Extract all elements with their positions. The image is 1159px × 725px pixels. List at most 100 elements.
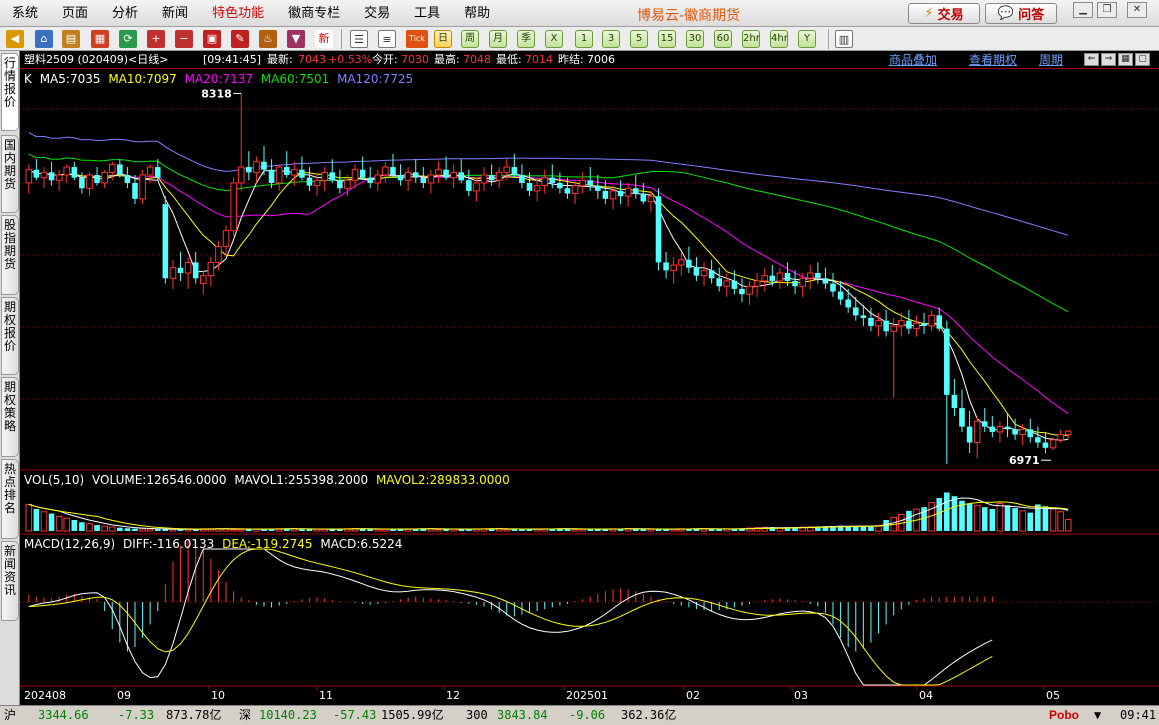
candle-body [374,174,382,184]
left-tab[interactable]: 新闻资讯 [1,541,19,621]
home-icon[interactable]: ⌂ [35,30,53,48]
period-button[interactable]: 月 [489,30,507,48]
new-icon[interactable]: 新 [315,30,333,48]
x-tick-label: 02 [686,689,700,702]
arrow-right-icon[interactable]: ⇒ [1101,53,1116,66]
period-button[interactable]: 5 [630,30,648,48]
period-button[interactable]: 4hr [770,30,788,48]
candle-body [587,180,594,186]
candle-body [981,421,988,427]
high-annotation: 8318 [201,87,232,100]
windows-icon[interactable]: ▣ [203,30,221,48]
menu-item[interactable]: 帮助 [452,0,502,27]
candle-body [200,275,207,285]
sz-change: -57.43 [333,708,377,722]
trade-button[interactable]: ⚡ 交易 [908,3,980,24]
candle-body [108,163,116,173]
candle-body [132,182,138,199]
overlay-link[interactable]: 商品叠加 [889,51,937,69]
arrow-left-icon[interactable]: ⇐ [1084,53,1099,66]
candle-body [1042,442,1049,448]
menu-item[interactable]: 新闻 [150,0,200,27]
left-tab[interactable]: 国内期货 [1,135,19,213]
tick-button[interactable]: Tick [406,30,428,48]
back-icon[interactable]: ◀ [6,30,24,48]
candle-body [329,172,336,181]
minimize-icon[interactable]: ▁ [1073,2,1093,18]
pencil-icon[interactable]: ✎ [231,30,249,48]
stack-icon[interactable]: ▤ [62,30,80,48]
candle-body [609,190,617,200]
menu-item[interactable]: 系统 [0,0,50,27]
bell-icon[interactable]: ♨ [259,30,277,48]
window-icon[interactable]: ▢ [1135,53,1150,66]
volume-bar [117,527,123,531]
candle-body [890,325,897,332]
menu-item[interactable]: 工具 [402,0,452,27]
candle-body [117,164,123,175]
period-button[interactable]: 2hr [742,30,760,48]
mavol2-value: MAVOL2:289833.0000 [375,473,510,487]
left-tab[interactable]: 热点排名 [1,459,19,539]
candle-body [716,278,722,287]
period-button[interactable]: 15 [658,30,676,48]
menu-item[interactable]: 页面 [50,0,100,27]
sh-change: -7.33 [118,708,155,722]
period-button[interactable]: 30 [686,30,704,48]
candle-body [769,275,776,281]
candle-body [959,408,965,427]
left-tab[interactable]: 期权策略 [1,377,19,457]
refresh-icon[interactable]: ⟳ [119,30,137,48]
list-icon[interactable]: ≡ [378,30,396,48]
volume-bar [951,496,958,531]
maximize-icon[interactable]: ❐ [1097,2,1117,18]
zoom-in-icon[interactable]: + [147,30,165,48]
period-button[interactable]: Y [798,30,816,48]
period-button[interactable]: 日 [434,30,452,48]
ask-button[interactable]: 💬 问答 [985,3,1057,24]
period-button[interactable]: X [545,30,563,48]
period-button[interactable]: 60 [714,30,732,48]
period-button[interactable]: 1 [575,30,593,48]
ma10-line [28,169,1069,436]
volume-bar [1064,518,1072,532]
high-label: 最高: [434,53,460,66]
candle-body [557,182,563,189]
period-link[interactable]: 周期 [1039,51,1063,69]
volume-bar [154,529,161,531]
options-link[interactable]: 查看期权 [969,51,1017,69]
toolbar: ◀ ⌂ ▤ ▦ ⟳ + − ▣ ✎ ♨ ▼ 新 ☰ ≡ Tick 日周月季X13… [0,27,1159,51]
sz-amount: 1505.99亿 [381,708,444,722]
volume-bar [40,511,48,532]
period-button[interactable]: 3 [602,30,620,48]
left-tab[interactable]: 期权报价 [1,297,19,375]
left-tab[interactable]: 行情报价 [1,53,19,131]
candle-body [806,272,814,279]
filter-icon[interactable]: ▼ [287,30,305,48]
candle-body [184,261,192,274]
prev-settle-label: 昨结: [558,53,584,66]
candle-body [898,320,905,327]
period-button[interactable]: 周 [461,30,479,48]
menu-item[interactable]: 交易 [352,0,402,27]
table-icon[interactable]: ☰ [350,30,368,48]
menu-item[interactable]: 分析 [100,0,150,27]
period-button[interactable]: 季 [517,30,535,48]
menu-item[interactable]: 徽商专栏 [276,0,352,27]
candle-body [875,320,882,327]
ma20-line [28,169,1069,415]
kline-chart[interactable]: 8318 6971 202408 09 10 11 12 202501 02 03 04 05 [20,69,1159,705]
left-tab[interactable]: 股指期货 [1,215,19,295]
layout-icon[interactable]: ▦ [1118,53,1133,66]
toolbar-separator [828,29,829,49]
quote-list-icon[interactable]: ▦ [91,30,109,48]
i300-amount: 362.36亿 [621,708,677,722]
menu-item[interactable]: 特色功能 [200,0,276,27]
panel-icon[interactable]: ▥ [835,30,853,48]
close-icon[interactable]: ✕ [1127,2,1147,18]
candle-body [313,179,321,187]
zoom-out-icon[interactable]: − [175,30,193,48]
ma60-label: MA60:7501 [260,72,330,86]
candle-body [632,188,639,194]
trade-button-label: 交易 [937,8,964,23]
